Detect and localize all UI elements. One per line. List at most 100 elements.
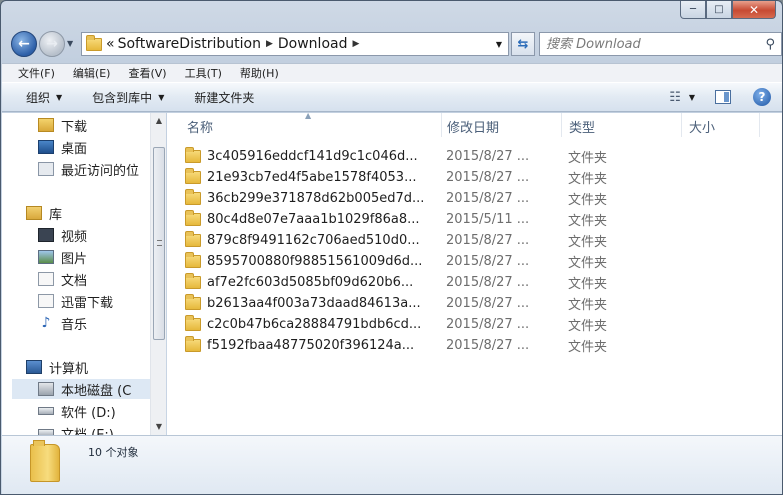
file-name: 3c405916eddcf141d9c1c046d... bbox=[207, 149, 418, 164]
crumb-separator-icon[interactable]: ▶ bbox=[266, 39, 273, 49]
picture-icon bbox=[38, 250, 54, 264]
breadcrumb-item[interactable]: Download bbox=[278, 36, 348, 52]
nav-label: 文档 (E:) bbox=[61, 427, 114, 436]
file-date: 2015/8/27 ... bbox=[446, 191, 530, 206]
file-row[interactable]: b2613aa4f003a73daad84613a... 2015/8/27 .… bbox=[185, 293, 775, 314]
nav-item-library[interactable]: 库 bbox=[26, 203, 166, 223]
file-name: b2613aa4f003a73daad84613a... bbox=[207, 296, 421, 311]
help-icon[interactable]: ? bbox=[753, 88, 771, 106]
file-row[interactable]: 8595700880f98851561009d6d... 2015/8/27 .… bbox=[185, 251, 775, 272]
nav-item-downloads[interactable]: 下载 bbox=[38, 115, 166, 135]
menu-file[interactable]: 文件(F) bbox=[18, 65, 55, 81]
column-date[interactable]: 修改日期 bbox=[447, 117, 499, 136]
file-date: 2015/8/27 ... bbox=[446, 296, 530, 311]
file-type: 文件夹 bbox=[568, 235, 608, 250]
drive-icon bbox=[38, 407, 54, 415]
nav-item-xunlei[interactable]: 迅雷下载 bbox=[38, 291, 166, 311]
close-button[interactable]: ✕ bbox=[732, 1, 776, 19]
file-row[interactable]: 80c4d8e07e7aaa1b1029f86a8... 2015/5/11 .… bbox=[185, 209, 775, 230]
scroll-thumb[interactable] bbox=[153, 147, 165, 340]
refresh-button[interactable]: ⇆ bbox=[511, 32, 535, 56]
folder-icon bbox=[185, 189, 201, 205]
minimize-button[interactable]: ─ bbox=[680, 1, 706, 19]
view-details-icon[interactable]: ☷ bbox=[669, 90, 681, 105]
nav-item-videos[interactable]: 视频 bbox=[38, 225, 166, 245]
include-in-library-button[interactable]: 包含到库中 ▼ bbox=[92, 89, 164, 106]
menu-edit[interactable]: 编辑(E) bbox=[73, 65, 111, 81]
file-name: af7e2fc603d5085bf09d620b6... bbox=[207, 275, 414, 290]
folder-icon bbox=[185, 210, 201, 226]
file-row[interactable]: 3c405916eddcf141d9c1c046d... 2015/8/27 .… bbox=[185, 146, 775, 167]
file-row[interactable]: c2c0b47b6ca28884791bdb6cd... 2015/8/27 .… bbox=[185, 314, 775, 335]
column-divider[interactable] bbox=[759, 113, 760, 137]
item-count: 10 个对象 bbox=[88, 446, 139, 459]
recent-pages-dropdown[interactable]: ▼ bbox=[67, 39, 73, 48]
column-type[interactable]: 类型 bbox=[569, 117, 595, 136]
file-row[interactable]: 21e93cb7ed4f5abe1578f4053... 2015/8/27 .… bbox=[185, 167, 775, 188]
nav-label: 迅雷下载 bbox=[61, 295, 114, 311]
file-row[interactable]: 879c8f9491162c706aed510d0... 2015/8/27 .… bbox=[185, 230, 775, 251]
address-bar[interactable]: « SoftwareDistribution ▶ Download ▶ ▼ bbox=[81, 32, 509, 56]
music-icon: ♪ bbox=[41, 315, 51, 331]
file-type: 文件夹 bbox=[568, 214, 608, 229]
nav-item-drive-d[interactable]: 软件 (D:) bbox=[38, 401, 166, 421]
document-icon bbox=[38, 272, 54, 286]
file-row[interactable]: f5192fbaa48775020f396124a... 2015/8/27 .… bbox=[185, 335, 775, 356]
back-button[interactable]: ← bbox=[11, 31, 37, 57]
nav-item-computer[interactable]: 计算机 bbox=[26, 357, 166, 377]
nav-item-documents[interactable]: 文档 bbox=[38, 269, 166, 289]
search-input[interactable] bbox=[546, 34, 756, 54]
nav-label: 图片 bbox=[61, 251, 88, 267]
file-date: 2015/8/27 ... bbox=[446, 149, 530, 164]
file-date: 2015/8/27 ... bbox=[446, 233, 530, 248]
file-row[interactable]: 36cb299e371878d62b005ed7d... 2015/8/27 .… bbox=[185, 188, 775, 209]
address-dropdown-icon[interactable]: ▼ bbox=[490, 33, 508, 55]
nav-scrollbar[interactable]: ▲ ▼ bbox=[150, 113, 166, 435]
grip-icon bbox=[157, 240, 162, 246]
column-divider[interactable] bbox=[561, 113, 562, 137]
column-divider[interactable] bbox=[681, 113, 682, 137]
folder-icon bbox=[30, 440, 60, 482]
sort-ascending-icon: ▲ bbox=[305, 111, 312, 120]
preview-pane-icon[interactable] bbox=[715, 90, 731, 104]
menu-bar: 文件(F) 编辑(E) 查看(V) 工具(T) 帮助(H) bbox=[2, 63, 782, 82]
maximize-button[interactable]: □ bbox=[706, 1, 732, 19]
breadcrumb-item[interactable]: SoftwareDistribution bbox=[118, 36, 261, 52]
nav-item-drive-e[interactable]: 文档 (E:) bbox=[38, 423, 166, 435]
nav-item-pictures[interactable]: 图片 bbox=[38, 247, 166, 267]
menu-tools[interactable]: 工具(T) bbox=[185, 65, 222, 81]
address-overflow[interactable]: « bbox=[106, 36, 115, 52]
column-divider[interactable] bbox=[441, 113, 442, 137]
folder-icon bbox=[86, 34, 102, 51]
column-name[interactable]: 名称 bbox=[187, 117, 213, 136]
file-type: 文件夹 bbox=[568, 256, 608, 271]
crumb-separator-icon[interactable]: ▶ bbox=[352, 39, 359, 49]
new-folder-button[interactable]: 新建文件夹 bbox=[194, 89, 254, 106]
search-icon[interactable]: ⚲ bbox=[765, 37, 775, 52]
organize-label: 组织 bbox=[26, 90, 51, 105]
file-date: 2015/5/11 ... bbox=[446, 212, 530, 227]
file-type: 文件夹 bbox=[568, 277, 608, 292]
organize-button[interactable]: 组织 ▼ bbox=[26, 89, 62, 106]
file-row[interactable]: af7e2fc603d5085bf09d620b6... 2015/8/27 .… bbox=[185, 272, 775, 293]
folder-icon bbox=[185, 315, 201, 331]
file-type: 文件夹 bbox=[568, 319, 608, 334]
back-arrow-icon: ← bbox=[18, 36, 30, 52]
menu-view[interactable]: 查看(V) bbox=[128, 65, 166, 81]
scroll-up-icon[interactable]: ▲ bbox=[151, 113, 166, 129]
column-size[interactable]: 大小 bbox=[689, 117, 715, 136]
nav-item-recent[interactable]: 最近访问的位 bbox=[38, 159, 166, 179]
forward-button[interactable]: → bbox=[39, 31, 65, 57]
view-dropdown-icon[interactable]: ▼ bbox=[689, 93, 695, 102]
menu-help[interactable]: 帮助(H) bbox=[240, 65, 279, 81]
search-box[interactable]: ⚲ bbox=[539, 32, 782, 56]
file-name: 80c4d8e07e7aaa1b1029f86a8... bbox=[207, 212, 420, 227]
scroll-down-icon[interactable]: ▼ bbox=[151, 419, 166, 435]
nav-item-desktop[interactable]: 桌面 bbox=[38, 137, 166, 157]
file-type: 文件夹 bbox=[568, 340, 608, 355]
nav-label: 计算机 bbox=[49, 361, 89, 377]
folder-icon bbox=[185, 294, 201, 310]
nav-item-music[interactable]: ♪ 音乐 bbox=[38, 313, 166, 333]
explorer-window: ─ □ ✕ ← → ▼ « SoftwareDistribution ▶ Dow… bbox=[0, 0, 783, 495]
nav-item-local-disk-c[interactable]: 本地磁盘 (C bbox=[12, 379, 162, 399]
